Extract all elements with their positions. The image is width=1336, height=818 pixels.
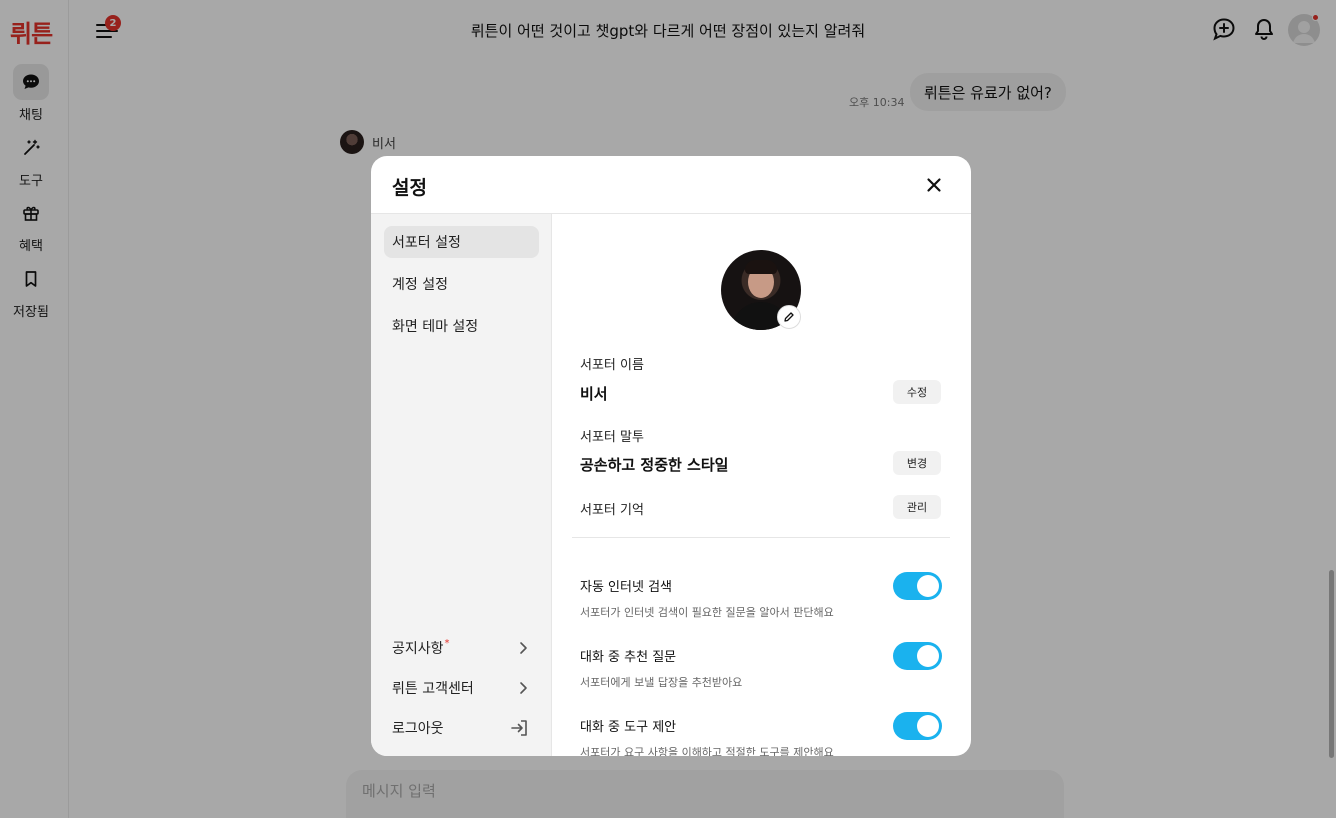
supporter-name-value: 비서 xyxy=(580,385,608,403)
logout-button[interactable]: 로그아웃 xyxy=(392,718,530,738)
logout-icon xyxy=(511,720,527,736)
toggle-knob xyxy=(917,575,939,597)
pencil-icon xyxy=(784,312,794,322)
section-divider xyxy=(572,537,950,538)
close-button[interactable] xyxy=(921,172,947,198)
sidebar-item-account-settings[interactable]: 계정 설정 xyxy=(384,268,539,300)
notice-link[interactable]: 공지사항* xyxy=(392,638,530,658)
settings-modal: 설정 서포터 설정 계정 설정 화면 테마 설정 공지사항* 뤼튼 고객센터 로… xyxy=(371,156,971,756)
suggested-questions-title: 대화 중 추천 질문 xyxy=(580,650,677,665)
tool-suggestion-desc: 서포터가 요구 사항을 이해하고 적절한 도구를 제안해요 xyxy=(580,746,834,756)
sidebar-item-supporter-settings[interactable]: 서포터 설정 xyxy=(384,226,539,258)
toggle-knob xyxy=(917,645,939,667)
supporter-tone-value: 공손하고 정중한 스타일 xyxy=(580,456,729,474)
customer-center-label: 뤼튼 고객센터 xyxy=(392,681,474,697)
chevron-right-icon xyxy=(520,682,527,694)
supporter-settings-panel: 서포터 이름 비서 수정 서포터 말투 공손하고 정중한 스타일 변경 서포터 … xyxy=(552,214,971,756)
supporter-tone-label: 서포터 말투 xyxy=(580,430,644,445)
customer-center-link[interactable]: 뤼튼 고객센터 xyxy=(392,678,530,698)
manage-memory-button[interactable]: 관리 xyxy=(893,495,941,519)
auto-search-title: 자동 인터넷 검색 xyxy=(580,580,672,595)
logout-label: 로그아웃 xyxy=(392,721,444,737)
profile-hair-shape xyxy=(745,260,777,274)
supporter-name-label: 서포터 이름 xyxy=(580,358,644,373)
tool-suggestion-toggle[interactable] xyxy=(893,712,942,740)
close-icon xyxy=(927,178,941,192)
notice-label: 공지사항 xyxy=(392,641,444,657)
suggested-questions-desc: 서포터에게 보낼 답장을 추천받아요 xyxy=(580,676,743,689)
suggested-questions-toggle[interactable] xyxy=(893,642,942,670)
edit-profile-image-button[interactable] xyxy=(777,305,801,329)
tool-suggestion-title: 대화 중 도구 제안 xyxy=(580,720,677,735)
sidebar-item-theme-settings[interactable]: 화면 테마 설정 xyxy=(384,310,539,342)
modal-title: 설정 xyxy=(392,177,427,199)
settings-sidebar: 서포터 설정 계정 설정 화면 테마 설정 공지사항* 뤼튼 고객센터 로그아웃 xyxy=(371,214,552,756)
toggle-knob xyxy=(917,715,939,737)
supporter-memory-label: 서포터 기억 xyxy=(580,503,644,518)
auto-search-desc: 서포터가 인터넷 검색이 필요한 질문을 알아서 판단해요 xyxy=(580,606,834,619)
modal-header: 설정 xyxy=(371,156,971,214)
chevron-right-icon xyxy=(520,642,527,654)
new-marker: * xyxy=(444,638,450,649)
change-tone-button[interactable]: 변경 xyxy=(893,451,941,475)
auto-search-toggle[interactable] xyxy=(893,572,942,600)
edit-name-button[interactable]: 수정 xyxy=(893,380,941,404)
